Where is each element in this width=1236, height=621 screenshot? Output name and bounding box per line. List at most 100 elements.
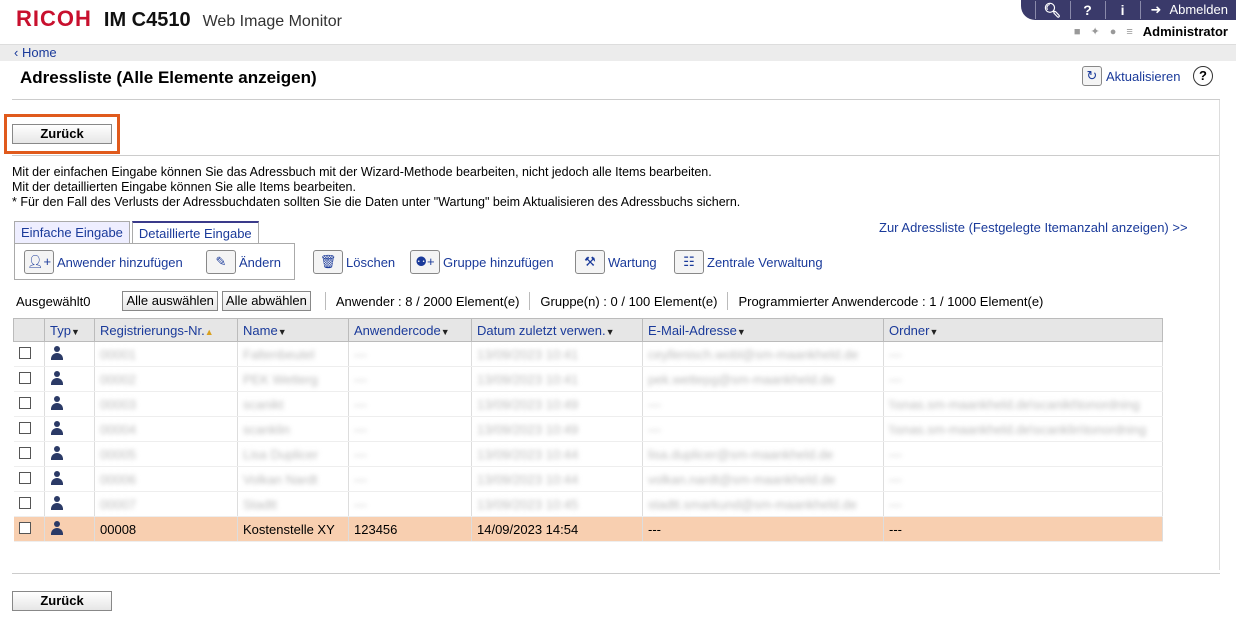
wrench-icon: ⚒ xyxy=(575,250,605,274)
add-group-icon: ⚉+ xyxy=(410,250,440,274)
registration-cell: 00008 xyxy=(94,516,238,542)
row-checkbox-cell xyxy=(13,366,45,392)
date-cell: 13/09/2023 10:41 xyxy=(471,366,643,392)
date-cell: 13/09/2023 10:49 xyxy=(471,391,643,417)
table-row[interactable]: 00002 PEK Wetterg --- 13/09/2023 10:41 p… xyxy=(13,366,1163,392)
user-icon xyxy=(50,495,64,510)
top-toolbar: 🔍︎ ? i ➜ Abmelden xyxy=(1020,0,1236,20)
info-icon[interactable]: i xyxy=(1104,1,1140,19)
user-code-cell: --- xyxy=(348,391,472,417)
refresh-button[interactable]: ↻ Aktualisieren xyxy=(1082,66,1180,86)
header: RICOH IM C4510 Web Image Monitor 🔍︎ ? i … xyxy=(0,0,1236,44)
tab-detailed-entry[interactable]: Detaillierte Eingabe xyxy=(131,221,259,243)
select-all-button[interactable]: Alle auswählen xyxy=(122,291,218,311)
type-cell xyxy=(44,491,95,517)
email-cell: ceyllenisch.wobl@sm-maankheld.de xyxy=(642,341,884,367)
tab-bar: Einfache Eingabe Detaillierte Eingabe xyxy=(14,221,261,243)
back-button[interactable]: Zurück xyxy=(12,124,112,144)
row-checkbox[interactable] xyxy=(18,396,31,409)
table-row[interactable]: 00007 Stadtt --- 13/09/2023 10:45 stadtt… xyxy=(13,491,1163,517)
row-checkbox[interactable] xyxy=(18,471,31,484)
maintenance-button[interactable]: ⚒ Wartung xyxy=(575,250,657,274)
table-row-selected[interactable]: 00008 Kostenstelle XY 123456 14/09/2023 … xyxy=(13,516,1163,542)
folder-cell: --- xyxy=(883,341,1163,367)
selected-count: Ausgewählt0 xyxy=(16,293,91,309)
row-checkbox[interactable] xyxy=(18,446,31,459)
column-type[interactable]: Typ▼ xyxy=(44,318,95,342)
model-name: IM C4510 xyxy=(103,9,191,31)
row-checkbox[interactable] xyxy=(18,496,31,509)
column-folder[interactable]: Ordner▼ xyxy=(883,318,1163,342)
column-label: E-Mail-Adresse xyxy=(648,322,737,338)
column-name[interactable]: Name▼ xyxy=(237,318,349,342)
back-button-bottom[interactable]: Zurück xyxy=(12,591,112,611)
help-icon[interactable]: ? xyxy=(1193,66,1213,86)
divider xyxy=(529,292,531,310)
row-checkbox[interactable] xyxy=(18,421,31,434)
tab-simple-entry[interactable]: Einfache Eingabe xyxy=(14,221,130,243)
date-cell: 13/09/2023 10:44 xyxy=(471,466,643,492)
user-code-cell: --- xyxy=(348,416,472,442)
column-email[interactable]: E-Mail-Adresse▼ xyxy=(642,318,884,342)
row-checkbox-cell xyxy=(13,441,45,467)
scrollbar[interactable] xyxy=(1219,100,1230,570)
folder-cell: \\snas.sm-maankheld.de\scanklin\tonordni… xyxy=(883,416,1163,442)
selection-bar: Ausgewählt0 Alle auswählen Alle abwählen… xyxy=(16,290,1216,312)
email-cell: --- xyxy=(642,391,884,417)
email-cell: --- xyxy=(642,416,884,442)
network-icon: ☷ xyxy=(674,250,704,274)
table-row[interactable]: 00004 scanklin --- 13/09/2023 10:49 --- … xyxy=(13,416,1163,442)
home-label: Home xyxy=(21,45,57,60)
add-user-button[interactable]: 👤︎+ Anwender hinzufügen xyxy=(24,250,183,274)
type-cell xyxy=(44,391,95,417)
pencil-icon: ✎ xyxy=(206,250,236,274)
delete-button[interactable]: 🗑︎ Löschen xyxy=(313,250,395,274)
column-label: Name xyxy=(243,322,278,338)
email-cell: lisa.duplicer@sm-maankheld.de xyxy=(642,441,884,467)
name-cell: Lisa Duplicer xyxy=(237,441,349,467)
column-label: Anwendercode xyxy=(354,322,441,338)
row-checkbox-cell xyxy=(13,466,45,492)
column-last-used[interactable]: Datum zuletzt verwen.▼ xyxy=(471,318,643,342)
add-group-button[interactable]: ⚉+ Gruppe hinzufügen xyxy=(410,250,554,274)
divider xyxy=(12,99,1220,100)
registration-cell: 00001 xyxy=(94,341,238,367)
row-checkbox[interactable] xyxy=(18,521,31,534)
column-user-code[interactable]: Anwendercode▼ xyxy=(348,318,472,342)
breadcrumb: ‹ Home xyxy=(0,44,1236,61)
breadcrumb-home[interactable]: ‹ Home xyxy=(14,45,57,60)
refresh-icon: ↻ xyxy=(1082,66,1102,86)
central-management-button[interactable]: ☷ Zentrale Verwaltung xyxy=(674,250,823,274)
table-row[interactable]: 00005 Lisa Duplicer --- 13/09/2023 10:44… xyxy=(13,441,1163,467)
registration-cell: 00006 xyxy=(94,466,238,492)
table-row[interactable]: 00001 Faltenbeutel --- 13/09/2023 10:41 … xyxy=(13,341,1163,367)
code-count: Programmierter Anwendercode : 1 / 1000 E… xyxy=(738,293,1044,309)
registration-cell: 00007 xyxy=(94,491,238,517)
registration-cell: 00005 xyxy=(94,441,238,467)
row-checkbox[interactable] xyxy=(18,346,31,359)
type-cell xyxy=(44,441,95,467)
logout-button[interactable]: ➜ Abmelden xyxy=(1139,1,1236,19)
divider xyxy=(12,573,1220,574)
row-checkbox-cell xyxy=(13,341,45,367)
name-cell: scanklin xyxy=(237,416,349,442)
row-checkbox[interactable] xyxy=(18,371,31,384)
search-icon[interactable]: 🔍︎ xyxy=(1034,1,1070,19)
registration-cell: 00002 xyxy=(94,366,238,392)
address-list-link[interactable]: Zur Adressliste (Festgelegte Itemanzahl … xyxy=(879,220,1188,235)
trash-icon: 🗑︎ xyxy=(313,250,343,274)
network-icon: ✦ xyxy=(1090,26,1100,38)
date-cell: 14/09/2023 14:54 xyxy=(471,516,643,542)
edit-button[interactable]: ✎ Ändern xyxy=(206,250,281,274)
table-row[interactable]: 00003 scanikt --- 13/09/2023 10:49 --- \… xyxy=(13,391,1163,417)
column-registration-no[interactable]: Registrierungs-Nr.▲ xyxy=(94,318,238,342)
deselect-all-button[interactable]: Alle abwählen xyxy=(221,291,311,311)
sort-down-icon: ▼ xyxy=(440,326,450,337)
sort-down-icon: ▼ xyxy=(736,326,746,337)
group-count: Gruppe(n) : 0 / 100 Element(e) xyxy=(540,293,718,309)
divider xyxy=(12,155,1220,156)
table-row[interactable]: 00006 Volkan Nardt --- 13/09/2023 10:44 … xyxy=(13,466,1163,492)
help-icon[interactable]: ? xyxy=(1069,1,1105,19)
row-checkbox-cell xyxy=(13,391,45,417)
date-cell: 13/09/2023 10:41 xyxy=(471,341,643,367)
